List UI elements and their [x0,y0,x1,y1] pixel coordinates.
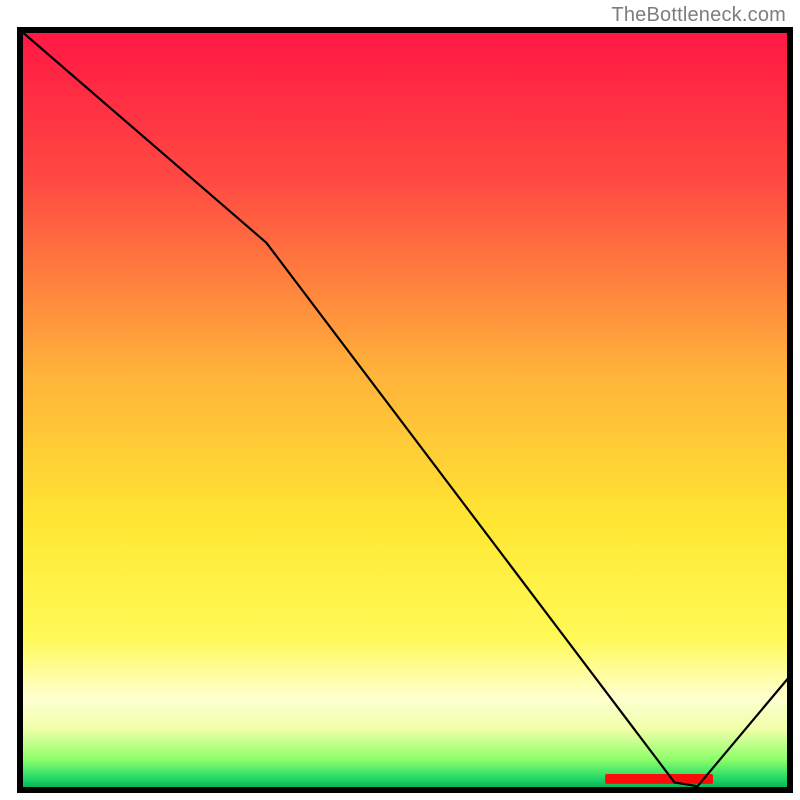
bottleneck-chart [0,0,800,800]
chart-background [20,30,790,790]
attribution-text: TheBottleneck.com [611,4,786,27]
optimal-marker [605,774,713,784]
chart-wrapper: TheBottleneck.com [0,0,800,800]
